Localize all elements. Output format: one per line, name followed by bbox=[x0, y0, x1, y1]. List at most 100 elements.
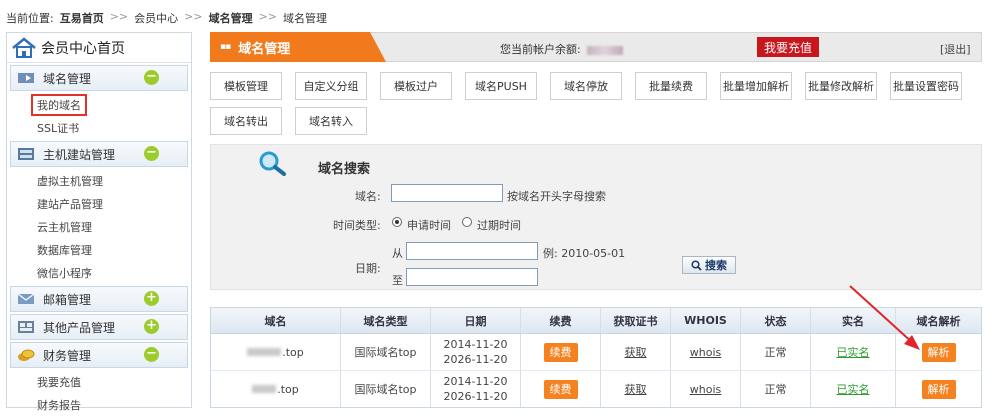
whois-link[interactable]: whois bbox=[690, 382, 722, 397]
apply-date: 2014-11-20 bbox=[443, 375, 508, 388]
expand-icon[interactable]: + bbox=[144, 319, 159, 334]
date-from-input[interactable] bbox=[406, 242, 538, 260]
sidebar-item-database[interactable]: 数据库管理 bbox=[7, 238, 191, 261]
dns-resolve-button[interactable]: 解析 bbox=[921, 342, 956, 362]
breadcrumb-sep: >> bbox=[109, 10, 129, 23]
sidebar-item-cloud-host[interactable]: 云主机管理 bbox=[7, 215, 191, 238]
expand-icon[interactable]: + bbox=[144, 291, 159, 306]
bulk-set-password-button[interactable]: 批量设置密码 bbox=[890, 72, 962, 100]
type-cell: 国际域名top bbox=[341, 371, 431, 407]
domain-transfer-out-button[interactable]: 域名转出 bbox=[210, 107, 282, 135]
status-cell: 正常 bbox=[741, 371, 811, 407]
custom-group-button[interactable]: 自定义分组 bbox=[295, 72, 367, 100]
domain-push-button[interactable]: 域名PUSH bbox=[465, 72, 537, 100]
cert-cell: 获取 bbox=[601, 371, 671, 407]
collapse-icon[interactable]: − bbox=[144, 70, 159, 85]
sidebar-item-label: 建站产品管理 bbox=[37, 197, 103, 211]
grid-icon bbox=[18, 321, 34, 333]
domain-park-button[interactable]: 域名停放 bbox=[550, 72, 622, 100]
table-row: .top 国际域名top 2014-11-20 2026-11-20 续费 获取 … bbox=[211, 371, 981, 407]
sidebar-cat-label: 其他产品管理 bbox=[43, 320, 116, 335]
sidebar-item-ssl[interactable]: SSL证书 bbox=[7, 116, 191, 139]
breadcrumb: 当前位置: 互易首页 >> 会员中心 >> 域名管理 >> 域名管理 bbox=[6, 10, 327, 26]
realname-link[interactable]: 已实名 bbox=[837, 345, 870, 360]
realname-link[interactable]: 已实名 bbox=[837, 382, 870, 397]
status-cell: 正常 bbox=[741, 334, 811, 370]
sidebar-cat-finance[interactable]: 财务管理 − bbox=[10, 342, 188, 368]
domain-search-input[interactable] bbox=[391, 184, 503, 202]
breadcrumb-item-member[interactable]: 会员中心 bbox=[134, 10, 178, 26]
balance-info: 您当前帐户余额: bbox=[500, 41, 623, 57]
house-icon bbox=[12, 36, 36, 58]
bulk-add-dns-button[interactable]: 批量增加解析 bbox=[720, 72, 792, 100]
get-cert-link[interactable]: 获取 bbox=[625, 345, 647, 360]
domain-table: 域名 域名类型 日期 续费 获取证书 WHOIS 状态 实名 域名解析 .top… bbox=[210, 307, 982, 408]
table-row: .top 国际域名top 2014-11-20 2026-11-20 续费 获取 … bbox=[211, 334, 981, 371]
bulk-renew-button[interactable]: 批量续费 bbox=[635, 72, 707, 100]
domain-cell: .top bbox=[211, 334, 341, 370]
magnifier-icon bbox=[259, 151, 286, 176]
domain-icon bbox=[18, 73, 34, 83]
collapse-icon[interactable]: − bbox=[144, 347, 159, 362]
sidebar-home[interactable]: 会员中心首页 bbox=[7, 33, 191, 63]
sidebar-cat-domain[interactable]: 域名管理 − bbox=[10, 65, 188, 91]
col-cert: 获取证书 bbox=[601, 308, 671, 333]
renew-button[interactable]: 续费 bbox=[543, 379, 578, 399]
radio-expire-time[interactable] bbox=[462, 217, 472, 227]
whois-cell: whois bbox=[671, 371, 741, 407]
dns-resolve-button[interactable]: 解析 bbox=[921, 379, 956, 399]
page-title: 域名管理 bbox=[238, 41, 291, 57]
col-date: 日期 bbox=[431, 308, 521, 333]
collapse-icon[interactable]: − bbox=[144, 146, 159, 161]
breadcrumb-item-home[interactable]: 互易首页 bbox=[60, 10, 104, 26]
recharge-button[interactable]: 我要充值 bbox=[757, 37, 819, 57]
header-title-tab: ▪▪ 域名管理 bbox=[210, 32, 386, 62]
realname-cell: 已实名 bbox=[811, 371, 896, 407]
sidebar-cat-mail[interactable]: 邮箱管理 + bbox=[10, 286, 188, 312]
domain-name-redacted bbox=[247, 348, 282, 356]
balance-value-redacted bbox=[586, 45, 623, 55]
date-to-label: 至 bbox=[392, 274, 403, 287]
radio-apply-time[interactable] bbox=[392, 217, 402, 227]
renew-cell: 续费 bbox=[521, 371, 601, 407]
date-to-input[interactable] bbox=[406, 268, 538, 286]
time-type-label: 时间类型: bbox=[333, 219, 381, 232]
expire-date: 2026-11-20 bbox=[443, 390, 508, 403]
server-icon bbox=[18, 148, 34, 160]
whois-link[interactable]: whois bbox=[690, 345, 722, 360]
sidebar-item-my-domains[interactable]: 我的域名 bbox=[7, 93, 191, 116]
get-cert-link[interactable]: 获取 bbox=[625, 382, 647, 397]
sidebar-item-label: 虚拟主机管理 bbox=[37, 174, 103, 188]
logout-link[interactable]: [退出] bbox=[940, 41, 971, 57]
breadcrumb-item-domain-mgmt[interactable]: 域名管理 bbox=[209, 10, 253, 26]
renew-button[interactable]: 续费 bbox=[543, 342, 578, 362]
template-transfer-button[interactable]: 模板过户 bbox=[380, 72, 452, 100]
sidebar-cat-label: 邮箱管理 bbox=[43, 292, 92, 307]
sidebar-item-finance-report[interactable]: 财务报告 bbox=[7, 393, 191, 416]
sidebar-item-label: 云主机管理 bbox=[37, 220, 92, 234]
balance-label: 您当前帐户余额: bbox=[500, 43, 581, 56]
col-status: 状态 bbox=[741, 308, 811, 333]
bulk-edit-dns-button[interactable]: 批量修改解析 bbox=[805, 72, 877, 100]
table-header: 域名 域名类型 日期 续费 获取证书 WHOIS 状态 实名 域名解析 bbox=[211, 308, 981, 334]
dns-cell: 解析 bbox=[896, 371, 981, 407]
dns-cell: 解析 bbox=[896, 334, 981, 370]
template-mgmt-button[interactable]: 模板管理 bbox=[210, 72, 282, 100]
sidebar-item-label: SSL证书 bbox=[37, 121, 80, 135]
sidebar-item-wechat-app[interactable]: 微信小程序 bbox=[7, 261, 191, 284]
sidebar-item-label: 微信小程序 bbox=[37, 266, 92, 280]
search-button[interactable]: 搜索 bbox=[682, 256, 736, 274]
sidebar-item-site-products[interactable]: 建站产品管理 bbox=[7, 192, 191, 215]
sidebar: 会员中心首页 域名管理 − 我的域名 SSL证书 主机建站管理 − 虚拟主机管理… bbox=[6, 32, 192, 412]
realname-cell: 已实名 bbox=[811, 334, 896, 370]
sidebar-cat-other[interactable]: 其他产品管理 + bbox=[10, 314, 188, 340]
sidebar-item-recharge[interactable]: 我要充值 bbox=[7, 370, 191, 393]
sidebar-cat-label: 主机建站管理 bbox=[43, 147, 116, 162]
breadcrumb-prefix: 当前位置: bbox=[6, 12, 54, 25]
domain-suffix: .top bbox=[277, 382, 299, 396]
domain-transfer-in-button[interactable]: 域名转入 bbox=[295, 107, 367, 135]
date-from-label: 从 bbox=[392, 247, 403, 260]
search-title: 域名搜索 bbox=[318, 162, 371, 177]
sidebar-cat-host[interactable]: 主机建站管理 − bbox=[10, 141, 188, 167]
sidebar-item-vhost[interactable]: 虚拟主机管理 bbox=[7, 169, 191, 192]
